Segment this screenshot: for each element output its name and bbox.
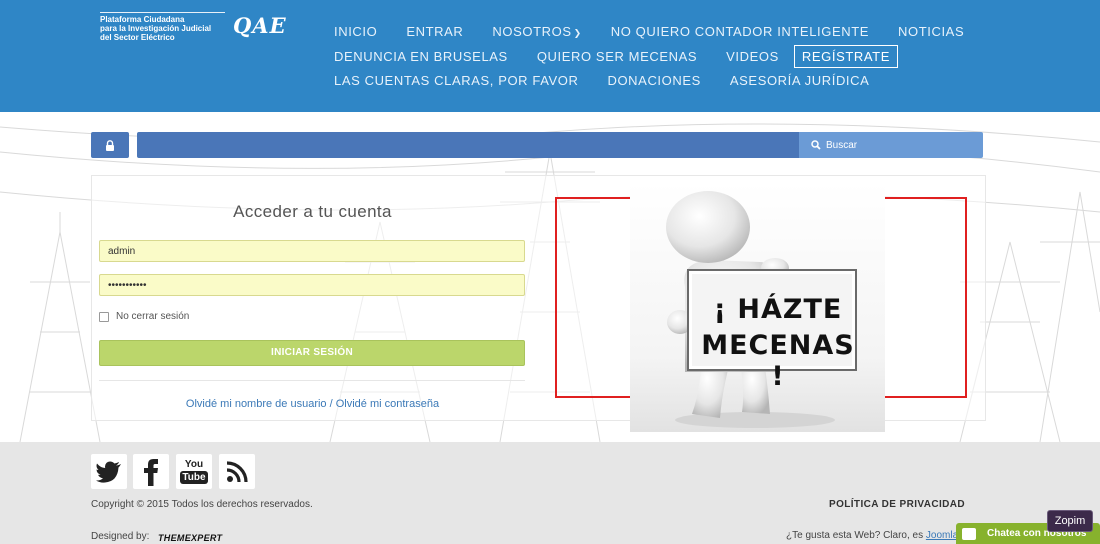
like-text: ¿Te gusta esta Web? Claro, es — [786, 530, 926, 541]
zopim-badge[interactable]: Zopim — [1047, 510, 1093, 532]
youtube-icon: You Tube — [180, 459, 208, 484]
forgot-links: Olvidé mi nombre de usuario / Olvidé mi … — [91, 398, 534, 410]
brand-line-3: del Sector Eléctrico — [100, 33, 175, 42]
login-toggle-button[interactable] — [91, 132, 129, 158]
lock-icon — [106, 139, 114, 151]
nav-denuncia[interactable]: DENUNCIA EN BRUSELAS — [320, 45, 522, 68]
nav-row-1: INICIO ENTRAR NOSOTROS ❯ NO QUIERO CONTADOR … — [320, 20, 964, 45]
nav-row-3: LAS CUENTAS CLARAS, POR FAVOR DONACIONES A… — [320, 69, 960, 94]
qae-logo[interactable]: QAE — [233, 13, 287, 38]
chevron-down-icon: ❯ — [573, 28, 582, 38]
magnifier-icon — [811, 140, 821, 150]
login-submit-button[interactable]: INICIAR SESIÓN — [99, 340, 525, 366]
remember-checkbox[interactable] — [99, 311, 109, 322]
search-button-label: Buscar — [826, 139, 858, 151]
username-field[interactable] — [99, 240, 525, 262]
search-input[interactable] — [137, 132, 799, 158]
remember-me[interactable]: No cerrar sesión — [99, 311, 189, 322]
nav-noticias[interactable]: NOTICIAS — [884, 20, 978, 43]
footer-like-text: ¿Te gusta esta Web? Claro, es Joomla — [786, 530, 958, 541]
forgot-password-link[interactable]: Olvidé mi contraseña — [336, 398, 439, 410]
banner-line-1: ¡ HÁZTE — [713, 294, 843, 325]
youtube-label-you: You — [184, 459, 204, 470]
password-field[interactable] — [99, 274, 525, 296]
nav-registrate[interactable]: REGÍSTRATE — [793, 44, 898, 68]
nav-asesoria[interactable]: ASESORÍA JURÍDICA — [716, 69, 884, 92]
nav-nosotros[interactable]: NOSOTROS ❯ — [478, 20, 595, 43]
rss-button[interactable] — [219, 454, 255, 489]
nav-mecenas[interactable]: QUIERO SER MECENAS — [523, 45, 711, 68]
login-title: Acceder a tu cuenta — [233, 202, 392, 221]
youtube-label-tube: Tube — [180, 471, 208, 484]
youtube-button[interactable]: You Tube — [176, 454, 212, 489]
mecenas-banner[interactable]: ¡ HÁZTE MECENAS ! — [630, 182, 885, 432]
site-brand[interactable]: Plataforma Ciudadana para la Investigaci… — [100, 12, 225, 42]
rss-icon — [226, 460, 248, 482]
twitter-button[interactable] — [91, 454, 127, 489]
banner-line-2: MECENAS ! — [701, 330, 855, 392]
remember-label: No cerrar sesión — [116, 311, 190, 322]
forgot-username-link[interactable]: Olvidé mi nombre de usuario — [186, 398, 327, 410]
twitter-icon — [96, 461, 121, 483]
nav-nosotros-label: NOSOTROS — [492, 24, 572, 39]
privacy-policy-link[interactable]: POLÍTICA DE PRIVACIDAD — [829, 499, 965, 510]
chat-bubble-icon — [962, 527, 976, 540]
nav-videos[interactable]: VIDEOS — [712, 45, 793, 68]
copyright-text: Copyright © 2015 Todos los derechos rese… — [91, 499, 313, 510]
site-header: Plataforma Ciudadana para la Investigaci… — [0, 0, 1100, 112]
login-divider — [99, 380, 525, 381]
nav-donaciones[interactable]: DONACIONES — [593, 69, 714, 92]
brand-line-1: Plataforma Ciudadana — [100, 12, 225, 24]
themexpert-logo[interactable]: THEMEXPERT — [158, 533, 222, 543]
nav-contador[interactable]: NO QUIERO CONTADOR INTELIGENTE — [597, 20, 883, 43]
nav-cuentas-claras[interactable]: LAS CUENTAS CLARAS, POR FAVOR — [320, 69, 592, 92]
main-nav: INICIO ENTRAR NOSOTROS ❯ NO QUIERO CONTADOR … — [320, 20, 964, 94]
designed-by-label: Designed by: — [91, 531, 150, 542]
search-button[interactable]: Buscar — [799, 132, 983, 158]
joomla-link[interactable]: Joomla — [926, 530, 958, 541]
nav-entrar[interactable]: ENTRAR — [392, 20, 477, 43]
nav-inicio[interactable]: INICIO — [320, 20, 391, 43]
facebook-button[interactable] — [133, 454, 169, 489]
facebook-icon — [144, 458, 158, 486]
nav-row-2: DENUNCIA EN BRUSELAS QUIERO SER MECENAS VI… — [320, 44, 960, 70]
brand-line-2: para la Investigación Judicial — [100, 24, 212, 33]
forgot-separator: / — [329, 398, 333, 410]
